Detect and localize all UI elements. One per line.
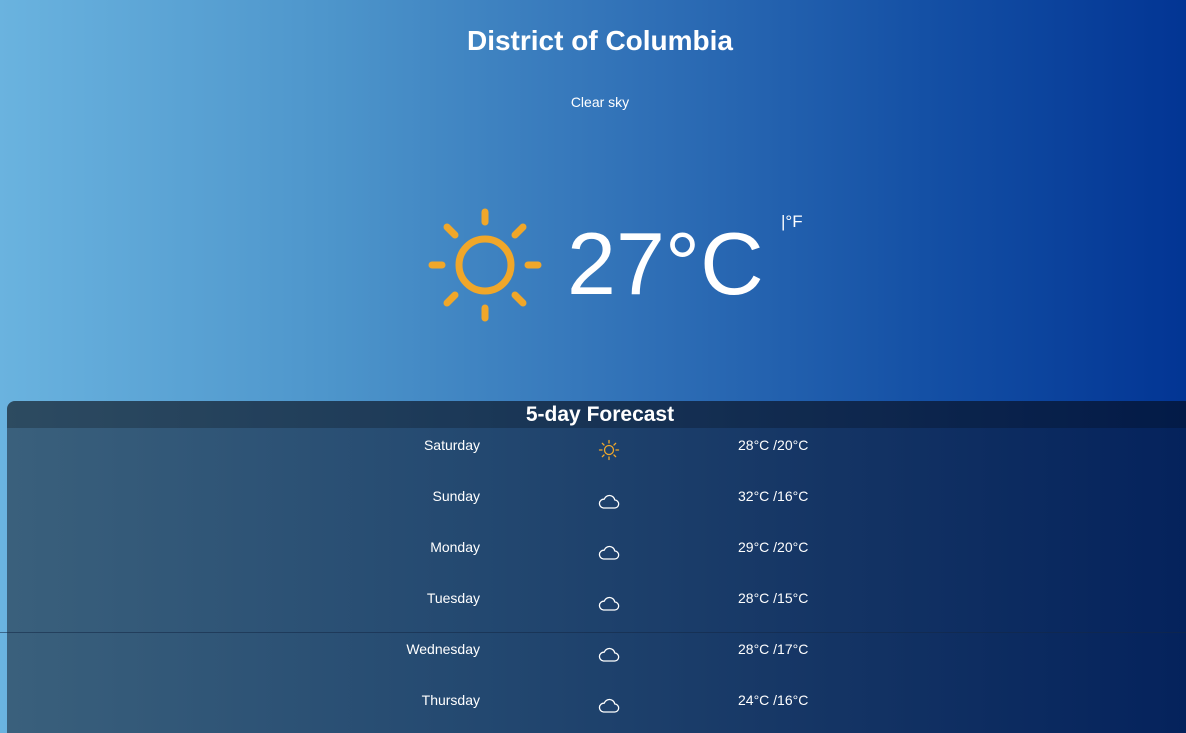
forecast-panel: 5-day Forecast Saturday 28°C /20°C Sunday 3… — [7, 401, 1186, 733]
forecast-row: Monday 29°C /20°C — [7, 530, 1186, 581]
forecast-day: Saturday — [423, 437, 480, 453]
forecast-row: Sunday 32°C /16°C — [7, 479, 1186, 530]
forecast-day: Thursday — [421, 692, 480, 708]
forecast-temperature: 28°C /15°C — [738, 590, 809, 606]
forecast-day: Tuesday — [426, 590, 480, 606]
forecast-day: Wednesday — [406, 641, 480, 657]
divider — [0, 632, 1186, 633]
current-temperature: 27°C — [567, 214, 764, 313]
forecast-row: Tuesday 28°C /15°C — [7, 581, 1186, 632]
forecast-temperature: 29°C /20°C — [738, 539, 809, 555]
forecast-temperature: 32°C /16°C — [738, 488, 809, 504]
weather-condition: Clear sky — [570, 94, 630, 110]
forecast-day: Monday — [430, 539, 480, 555]
forecast-temperature: 28°C /17°C — [738, 641, 809, 657]
forecast-title: 5-day Forecast — [7, 401, 1186, 428]
forecast-row: Saturday 28°C /20°C — [7, 428, 1186, 479]
cloud-icon — [597, 642, 621, 666]
cloud-icon — [597, 693, 621, 717]
sun-icon — [428, 208, 542, 322]
cloud-icon — [597, 591, 621, 615]
forecast-temperature: 28°C /20°C — [738, 437, 809, 453]
sun-icon — [597, 438, 621, 462]
forecast-row: Thursday 24°C /16°C — [7, 683, 1186, 733]
forecast-day: Sunday — [432, 488, 480, 504]
location-title: District of Columbia — [466, 25, 733, 56]
forecast-row: Wednesday 28°C /17°C — [7, 632, 1186, 683]
cloud-icon — [597, 489, 621, 513]
fahrenheit-toggle[interactable]: |°F — [781, 212, 803, 232]
cloud-icon — [597, 540, 621, 564]
forecast-temperature: 24°C /16°C — [738, 692, 809, 708]
